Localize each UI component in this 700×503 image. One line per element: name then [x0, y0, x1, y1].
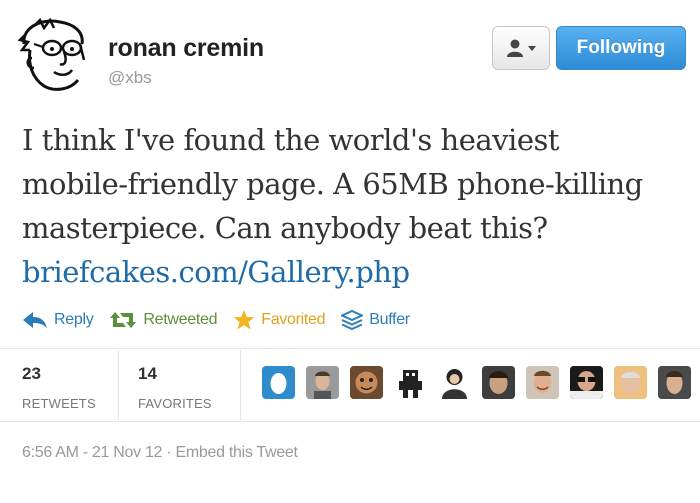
buffer-label: Buffer: [369, 311, 410, 328]
retweets-count: 23: [22, 364, 41, 383]
stat-separator: [118, 350, 119, 420]
face-photo-icon: [658, 366, 691, 399]
favorite-button[interactable]: Favorited: [233, 310, 326, 330]
face-photo-icon: [526, 366, 559, 399]
man-avatar[interactable]: [306, 366, 339, 399]
sketch-face-avatar-icon: [17, 17, 86, 91]
tweet-timestamp[interactable]: 6:56 AM - 21 Nov 12: [22, 444, 162, 461]
favorites-stat[interactable]: 14 FAVORITES: [138, 364, 212, 411]
tweet-line: mobile-friendly page. A 65MB phone-killi…: [22, 167, 643, 201]
author-name[interactable]: ronan cremin: [108, 34, 264, 63]
retweet-button[interactable]: Retweeted: [109, 310, 218, 330]
tweet-meta: 6:56 AM - 21 Nov 12 · Embed this Tweet: [22, 444, 298, 462]
reply-label: Reply: [54, 311, 94, 328]
person-dropdown-icon: [507, 39, 536, 57]
tweet-text: I think I've found the world's heaviest …: [22, 118, 682, 294]
tweet-line: I think I've found the world's heaviest: [22, 123, 560, 157]
egg-avatar[interactable]: [262, 366, 295, 399]
tweet-link[interactable]: briefcakes.com/Gallery.php: [22, 250, 682, 294]
star-icon: [233, 310, 255, 330]
face-avatar[interactable]: [482, 366, 515, 399]
robot-avatar[interactable]: [394, 366, 427, 399]
older-man-avatar[interactable]: [614, 366, 647, 399]
character-icon: [442, 369, 467, 399]
robot-icon: [399, 370, 422, 398]
buffer-button[interactable]: Buffer: [341, 310, 410, 330]
retweet-icon: [110, 312, 137, 328]
stat-separator: [240, 350, 241, 420]
smiling-man-avatar[interactable]: [526, 366, 559, 399]
face-photo-icon: [614, 366, 647, 399]
cartoon-avatar[interactable]: [350, 366, 383, 399]
young-man-avatar[interactable]: [658, 366, 691, 399]
tweet-line: masterpiece. Can anybody beat this?: [22, 211, 548, 245]
tweet-actions: Reply Retweeted Favorited Buffer: [22, 308, 426, 332]
divider: [0, 421, 700, 422]
sunglasses-avatar[interactable]: [570, 366, 603, 399]
author-avatar[interactable]: [14, 14, 96, 96]
embed-tweet-link[interactable]: Embed this Tweet: [176, 444, 298, 461]
retweets-label: RETWEETS: [22, 396, 96, 411]
face-photo-icon: [306, 366, 339, 399]
favorites-label: FAVORITES: [138, 396, 212, 411]
favorited-label: Favorited: [261, 311, 326, 328]
reply-arrow-icon: [23, 312, 47, 328]
face-photo-icon: [482, 366, 515, 399]
meta-separator: ·: [166, 444, 172, 461]
retweets-stat[interactable]: 23 RETWEETS: [22, 364, 96, 411]
following-button[interactable]: Following: [556, 26, 686, 70]
reply-button[interactable]: Reply: [22, 311, 94, 329]
cartoon-face-icon: [350, 366, 383, 399]
user-actions-button[interactable]: [492, 26, 550, 70]
divider: [0, 348, 700, 349]
buffer-stack-icon: [341, 310, 364, 330]
retweeted-label: Retweeted: [143, 311, 218, 328]
egg-icon: [270, 373, 287, 394]
author-handle[interactable]: @xbs: [108, 68, 152, 88]
favoriter-avatars: [262, 366, 700, 399]
character-avatar[interactable]: [438, 366, 471, 399]
sunglasses-face-icon: [570, 366, 603, 399]
favorites-count: 14: [138, 364, 157, 383]
